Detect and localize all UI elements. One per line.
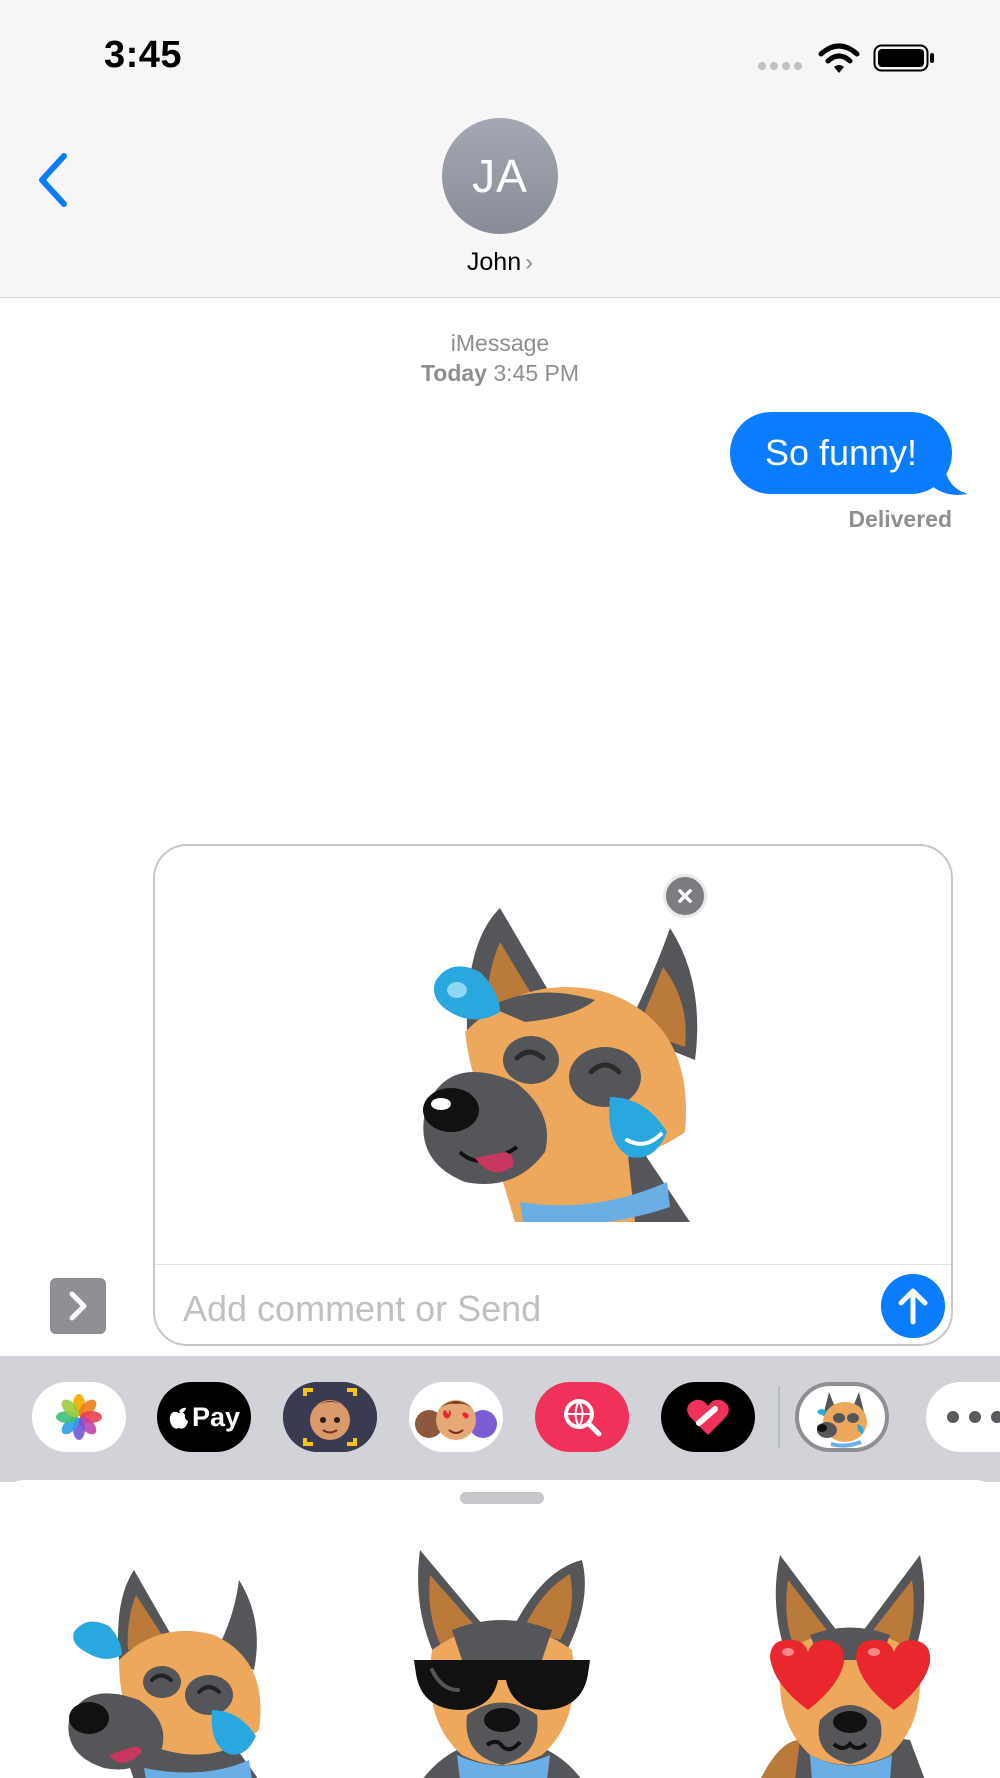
- contact-name: John: [466, 248, 522, 276]
- apple-pay-app[interactable]: Pay: [157, 1382, 251, 1452]
- imessage-app-strip: Pay: [0, 1356, 1000, 1482]
- dog-heart-eyes-sticker[interactable]: [740, 1540, 960, 1778]
- memoji-stickers-art: [415, 1400, 497, 1440]
- dog-laughing-tears-sticker[interactable]: [64, 1540, 284, 1778]
- dog-pack-art: [817, 1392, 867, 1448]
- attached-sticker-preview: [423, 908, 698, 1222]
- photos-flower-icon: [56, 1394, 102, 1440]
- conversation-header: JA John ›: [0, 110, 1000, 298]
- app-strip-divider: [778, 1386, 780, 1448]
- timestamp-day: Today: [420, 360, 487, 386]
- chevron-right-icon: ›: [525, 249, 534, 276]
- cellular-signal-icon: [758, 62, 802, 70]
- contact-avatar[interactable]: JA: [442, 118, 558, 234]
- memoji-camera-art: [283, 1382, 377, 1452]
- timestamp-time: 3:45 PM: [493, 360, 580, 386]
- more-apps-icon[interactable]: [926, 1382, 1000, 1452]
- message-input[interactable]: [183, 1284, 883, 1334]
- apple-logo-icon: [169, 1407, 188, 1429]
- ellipsis-icon: [947, 1411, 1000, 1423]
- digital-touch-app-icon[interactable]: [661, 1382, 755, 1452]
- photos-app-icon[interactable]: [32, 1382, 126, 1452]
- sent-message-bubble[interactable]: So funny!: [730, 412, 952, 494]
- memoji-camera-app-icon[interactable]: [283, 1382, 377, 1452]
- globe-search-icon: [564, 1399, 602, 1437]
- delivery-status: Delivered: [848, 506, 952, 532]
- app-drawer-toggle-button[interactable]: [50, 1278, 106, 1334]
- remove-sticker-button[interactable]: [663, 874, 707, 918]
- contact-name-button[interactable]: John ›: [0, 248, 1000, 277]
- compose-divider: [155, 1264, 951, 1265]
- service-label: iMessage: [450, 330, 550, 356]
- images-search-app-icon[interactable]: [535, 1382, 629, 1452]
- drawer-grabber-handle[interactable]: [460, 1492, 544, 1504]
- battery-icon: [873, 44, 934, 72]
- sticker-drawer: [0, 1480, 1000, 1778]
- send-button[interactable]: [881, 1274, 945, 1338]
- back-button[interactable]: [34, 150, 78, 210]
- compose-field[interactable]: [153, 844, 953, 1346]
- dog-sticker-pack-app-icon[interactable]: [795, 1382, 889, 1452]
- heart-touch-icon: [687, 1399, 729, 1435]
- wifi-icon: [818, 43, 860, 73]
- bubble-tail: [930, 462, 968, 495]
- apple-pay-label: Pay: [191, 1401, 241, 1432]
- status-time: 3:45: [104, 34, 183, 76]
- dog-sunglasses-sticker[interactable]: [392, 1540, 612, 1778]
- status-bar: 3:45: [0, 0, 1000, 110]
- message-timestamp: Today 3:45 PM: [0, 360, 1000, 387]
- memoji-stickers-app-icon[interactable]: [409, 1382, 503, 1452]
